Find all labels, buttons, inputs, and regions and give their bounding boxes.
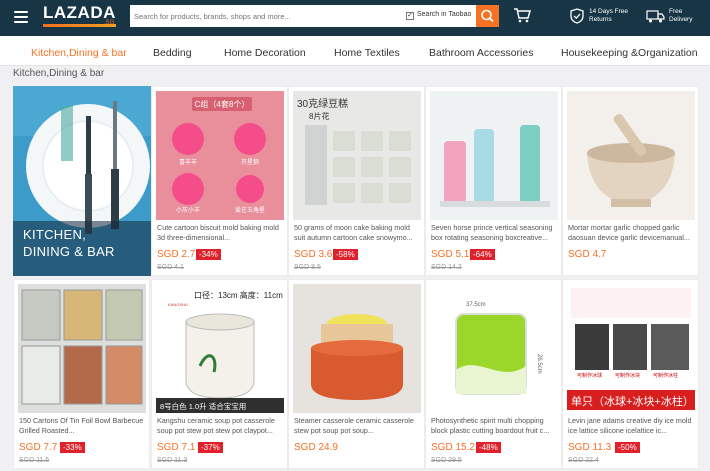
product-price: SGD 11.3 (568, 442, 612, 453)
truck-icon (646, 10, 665, 23)
original-price: SGD 11.3 (157, 457, 188, 464)
category-housekeeping-organization[interactable]: Housekeeping &Organization (561, 47, 698, 59)
product-card[interactable]: 30克绿豆糕 8片花 50 grams of moon cake baking … (288, 86, 425, 276)
product-image-text: 30克绿豆糕 (297, 97, 348, 110)
product-image (567, 91, 695, 220)
category-home-textiles[interactable]: Home Textiles (334, 47, 400, 59)
category-home-decoration[interactable]: Home Decoration (224, 47, 306, 59)
product-image-text: 爱在五角星 (235, 206, 265, 214)
product-image (18, 284, 146, 413)
discount-badge: -58% (333, 249, 358, 260)
product-image-text: 8号白色 1.0升 适合宝宝用 (160, 401, 246, 411)
product-card[interactable]: Steamer casserole ceramic casserole stew… (288, 279, 425, 469)
product-title[interactable]: Mortar mortar garlic chopped garlic daos… (568, 223, 696, 242)
search-button[interactable] (476, 5, 499, 27)
product-price: SGD 3.6 (294, 249, 333, 260)
product-image-text: 8片花 (309, 111, 329, 121)
discount-badge: -37% (198, 442, 223, 453)
product-image-text: 37.5cm (466, 302, 486, 308)
product-card[interactable]: 37.5cm 26.5cm Photosynthetic spirit mult… (425, 279, 562, 469)
category-kitchen-dining-bar[interactable]: Kitchen,Dining & bar (31, 47, 127, 59)
product-title[interactable]: Kangshu ceramic soup pot casserole soup … (157, 416, 285, 435)
product-title[interactable]: 50 grams of moon cake baking mold suit a… (294, 223, 422, 242)
original-price: SGD 4.1 (157, 264, 184, 271)
original-price: SGD 14.2 (431, 264, 462, 271)
product-title[interactable]: Cute cartoon biscuit mold baking mold 3d… (157, 223, 285, 242)
discount-badge: -64% (470, 249, 495, 260)
breadcrumb[interactable]: Kitchen,Dining & bar (13, 68, 104, 79)
product-title[interactable]: Levin jane adams creative diy ice mold i… (568, 416, 696, 435)
product-title[interactable]: Seven horse prince vertical seasoning bo… (431, 223, 559, 242)
search-input[interactable] (134, 8, 396, 24)
search-icon (481, 9, 494, 23)
product-card[interactable]: 150 Cartons Of Tin Foil Bowl Barbecue Gr… (13, 279, 150, 469)
product-image-text: KANGSHU (168, 302, 188, 307)
shield-icon (570, 8, 584, 24)
top-header: LAZADA .SG ✓ Search in Taobao 14 Days Fr… (0, 0, 710, 36)
product-price: SGD 7.1 (157, 442, 196, 453)
product-image-text: 口径：13cm 高度：11cm (194, 290, 283, 300)
discount-badge: -33% (60, 442, 85, 453)
product-image: 可制作冰球 可制作冰块 可制作冰柱 单只（冰球+冰块+冰柱） (567, 284, 695, 413)
product-image-text: 26.5cm (536, 354, 542, 374)
product-price: SGD 2.7 (157, 249, 196, 260)
hamburger-menu-icon[interactable] (14, 11, 28, 23)
product-price: SGD 15.2 (431, 442, 475, 453)
product-grid: KITCHEN, DINING & BAR C组（4套8个） 喜羊羊 开星狼 小… (13, 86, 700, 471)
category-hero-banner[interactable]: KITCHEN, DINING & BAR (13, 86, 151, 276)
category-bedding[interactable]: Bedding (153, 47, 192, 59)
product-image-text: 小灰小羊 (176, 206, 200, 214)
original-price: SGD 11.5 (19, 457, 50, 464)
product-card[interactable]: 可制作冰球 可制作冰块 可制作冰柱 单只（冰球+冰块+冰柱） Levin jan… (562, 279, 699, 469)
product-price: SGD 4.7 (568, 249, 607, 260)
search-bar: ✓ Search in Taobao (130, 5, 476, 27)
product-title[interactable]: 150 Cartons Of Tin Foil Bowl Barbecue Gr… (19, 416, 147, 435)
category-bathroom-accessories[interactable]: Bathroom Accessories (429, 47, 533, 59)
product-card[interactable]: Seven horse prince vertical seasoning bo… (425, 86, 562, 276)
product-image (293, 284, 421, 413)
product-image-text: 可制作冰球 (577, 372, 602, 379)
free-returns-link[interactable]: 14 Days Free Returns (589, 8, 628, 24)
product-card[interactable]: Mortar mortar garlic chopped garlic daos… (562, 86, 699, 276)
product-image-text: 喜羊羊 (179, 158, 197, 166)
discount-badge: -48% (476, 442, 501, 453)
original-price: SGD 8.5 (294, 264, 321, 271)
discount-badge: -34% (196, 249, 221, 260)
product-image: 口径：13cm 高度：11cm KANGSHU 8号白色 1.0升 适合宝宝用 (156, 284, 284, 413)
product-price: SGD 5.1 (431, 249, 470, 260)
product-title[interactable]: Steamer casserole ceramic casserole stew… (294, 416, 422, 435)
product-image-text: 可制作冰块 (615, 372, 640, 379)
product-price: SGD 24.9 (294, 442, 338, 453)
product-price: SGD 7.7 (19, 442, 58, 453)
category-nav: Kitchen,Dining & bar Bedding Home Decora… (0, 36, 710, 66)
product-title[interactable]: Photosynthetic spirit multi chopping blo… (431, 416, 559, 435)
product-card[interactable]: C组（4套8个） 喜羊羊 开星狼 小灰小羊 爱在五角星 Cute cartoon… (151, 86, 288, 276)
discount-badge: -50% (615, 442, 640, 453)
product-card[interactable]: 口径：13cm 高度：11cm KANGSHU 8号白色 1.0升 适合宝宝用 … (151, 279, 288, 469)
product-image-text: 单只（冰球+冰块+冰柱） (571, 394, 694, 408)
original-price: SGD 22.4 (568, 457, 599, 464)
product-image-text: 可制作冰柱 (653, 372, 678, 379)
logo-region: .SG (104, 20, 115, 26)
product-image-text: C组（4套8个） (195, 99, 250, 109)
product-image: 30克绿豆糕 8片花 (293, 91, 421, 220)
product-image-text: 开星狼 (241, 158, 259, 166)
product-image: C组（4套8个） 喜羊羊 开星狼 小灰小羊 爱在五角星 (156, 91, 284, 220)
original-price: SGD 29.5 (431, 457, 462, 464)
product-image (430, 91, 558, 220)
search-taobao-checkbox[interactable]: ✓ (406, 12, 414, 20)
search-taobao-label: Search in Taobao (417, 11, 472, 18)
product-image: 37.5cm 26.5cm (430, 284, 558, 413)
hero-label: KITCHEN, DINING & BAR (23, 227, 115, 259)
cart-icon[interactable] (513, 7, 531, 23)
free-delivery-link[interactable]: Free Delivery (669, 8, 692, 24)
